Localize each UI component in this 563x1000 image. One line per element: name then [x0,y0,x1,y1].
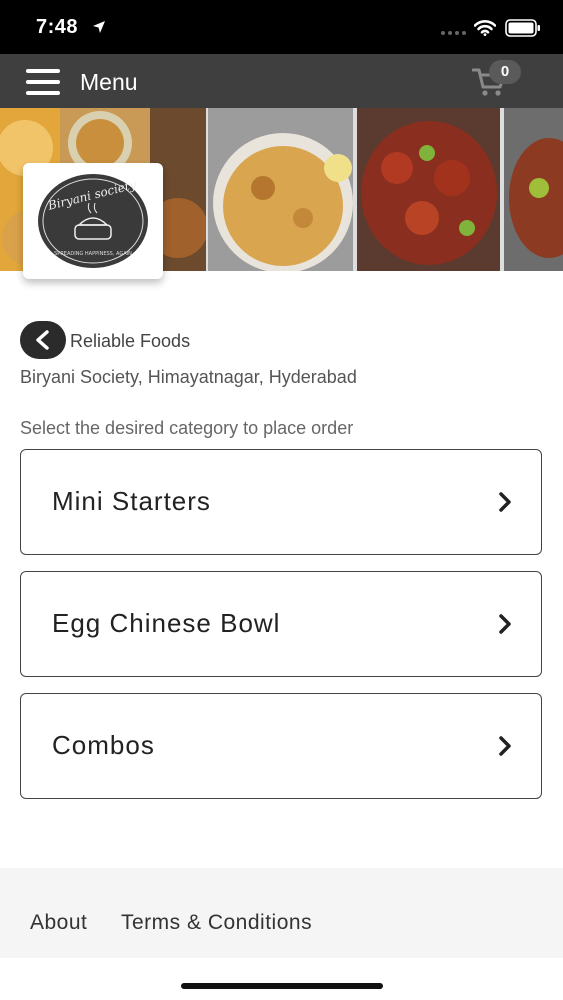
cart-count-badge: 0 [489,60,521,84]
biryani-society-logo: Biryani society SPREADING HAPPINESS, AGA… [38,174,148,268]
category-label: Mini Starters [52,486,211,516]
location-arrow-icon [93,21,105,33]
biryani-photo [208,108,353,271]
vendor-name: Reliable Foods [70,331,191,351]
status-time: 7:48 [36,16,79,38]
chevron-left-icon [36,330,49,350]
back-button[interactable] [20,321,66,359]
chevron-right-icon [499,736,511,756]
category-label: Egg Chinese Bowl [52,608,281,638]
status-bar: 7:48 [0,0,563,54]
food-photo-partial [504,108,563,271]
restaurant-logo-card: Biryani society SPREADING HAPPINESS, AGA… [23,163,163,279]
footer: About Terms & Conditions [0,868,563,958]
category-instruction: Select the desired category to place ord… [20,418,354,438]
outlet-address: Biryani Society, Himayatnagar, Hyderabad [20,367,357,387]
category-card-combos[interactable]: Combos [20,693,542,799]
chilli-chicken-photo [357,108,500,271]
cellular-signal-icon [441,31,466,35]
footer-terms-link[interactable]: Terms & Conditions [121,911,312,935]
battery-icon [505,19,540,37]
chevron-right-icon [499,614,511,634]
chevron-right-icon [499,492,511,512]
category-card-mini-starters[interactable]: Mini Starters [20,449,542,555]
nav-title: Menu [80,69,138,95]
footer-about-link[interactable]: About [30,911,87,935]
category-card-egg-chinese-bowl[interactable]: Egg Chinese Bowl [20,571,542,677]
category-label: Combos [52,730,155,760]
svg-text:SPREADING HAPPINESS, AGAIN: SPREADING HAPPINESS, AGAIN [54,251,132,257]
wifi-icon [474,20,496,36]
hamburger-menu-icon[interactable] [26,69,62,95]
home-indicator[interactable] [181,983,383,989]
